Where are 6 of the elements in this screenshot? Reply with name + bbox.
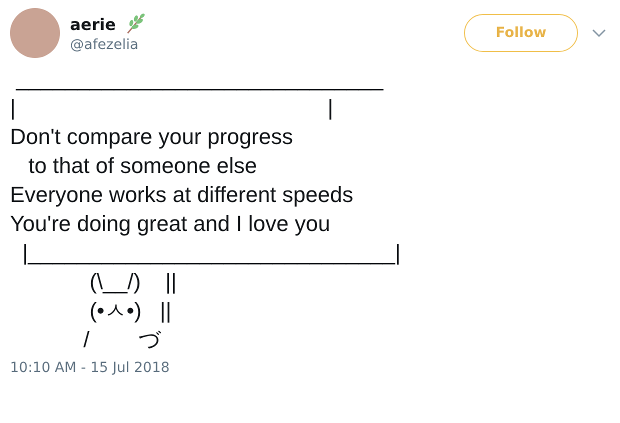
tweet-text: ______________________________ | | Don't compare your progress to that of someone else Everyone works at different speeds You're doing great and I love you |______________________________| (\__/) || (•ㅅ•) || / づ <box>10 65 402 354</box>
user-handle[interactable]: @afezelia <box>70 37 464 53</box>
chevron-down-icon[interactable] <box>592 28 606 38</box>
tweet-timestamp[interactable]: 10:10 AM - 15 Jul 2018 <box>10 360 610 376</box>
display-name[interactable]: aerie <box>70 14 116 34</box>
avatar[interactable] <box>10 8 60 58</box>
